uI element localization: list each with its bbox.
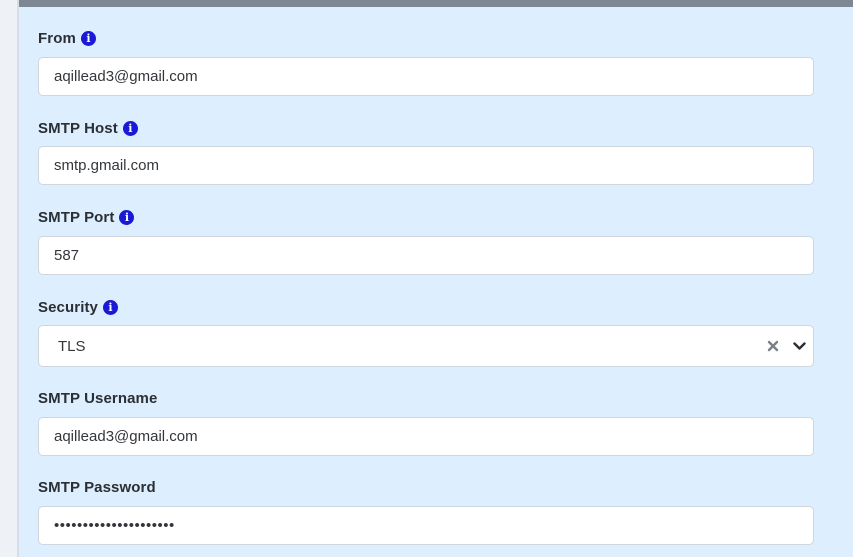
- info-icon[interactable]: i: [122, 120, 138, 136]
- smtp-password-label: SMTP Password: [38, 478, 156, 496]
- clear-icon[interactable]: [765, 338, 781, 354]
- smtp-host-input[interactable]: [38, 146, 814, 185]
- smtp-username-label: SMTP Username: [38, 389, 158, 407]
- from-input[interactable]: [38, 57, 814, 96]
- security-label: Security: [38, 298, 98, 316]
- security-field-group: Security i TLS: [38, 296, 814, 367]
- settings-page: From i SMTP Host i SMTP Port i Security: [0, 0, 853, 557]
- info-icon[interactable]: i: [119, 209, 135, 225]
- from-field-group: From i: [38, 27, 814, 96]
- info-icon[interactable]: i: [80, 30, 96, 46]
- smtp-port-field-group: SMTP Port i: [38, 206, 814, 275]
- smtp-host-field-group: SMTP Host i: [38, 117, 814, 185]
- smtp-port-label: SMTP Port: [38, 208, 115, 226]
- smtp-port-input[interactable]: [38, 236, 814, 275]
- security-select[interactable]: TLS: [38, 325, 814, 367]
- smtp-password-field-group: SMTP Password: [38, 476, 814, 545]
- top-bar: [19, 0, 853, 7]
- chevron-down-icon[interactable]: [791, 338, 807, 354]
- info-icon[interactable]: i: [103, 299, 118, 315]
- smtp-host-label: SMTP Host: [38, 119, 118, 137]
- security-selected-value: TLS: [58, 337, 86, 355]
- smtp-settings-panel: From i SMTP Host i SMTP Port i Security: [19, 7, 853, 557]
- smtp-password-input[interactable]: [38, 506, 814, 545]
- from-label: From: [38, 29, 76, 47]
- smtp-username-input[interactable]: [38, 417, 814, 456]
- smtp-username-field-group: SMTP Username: [38, 387, 814, 456]
- left-rail: [0, 0, 19, 557]
